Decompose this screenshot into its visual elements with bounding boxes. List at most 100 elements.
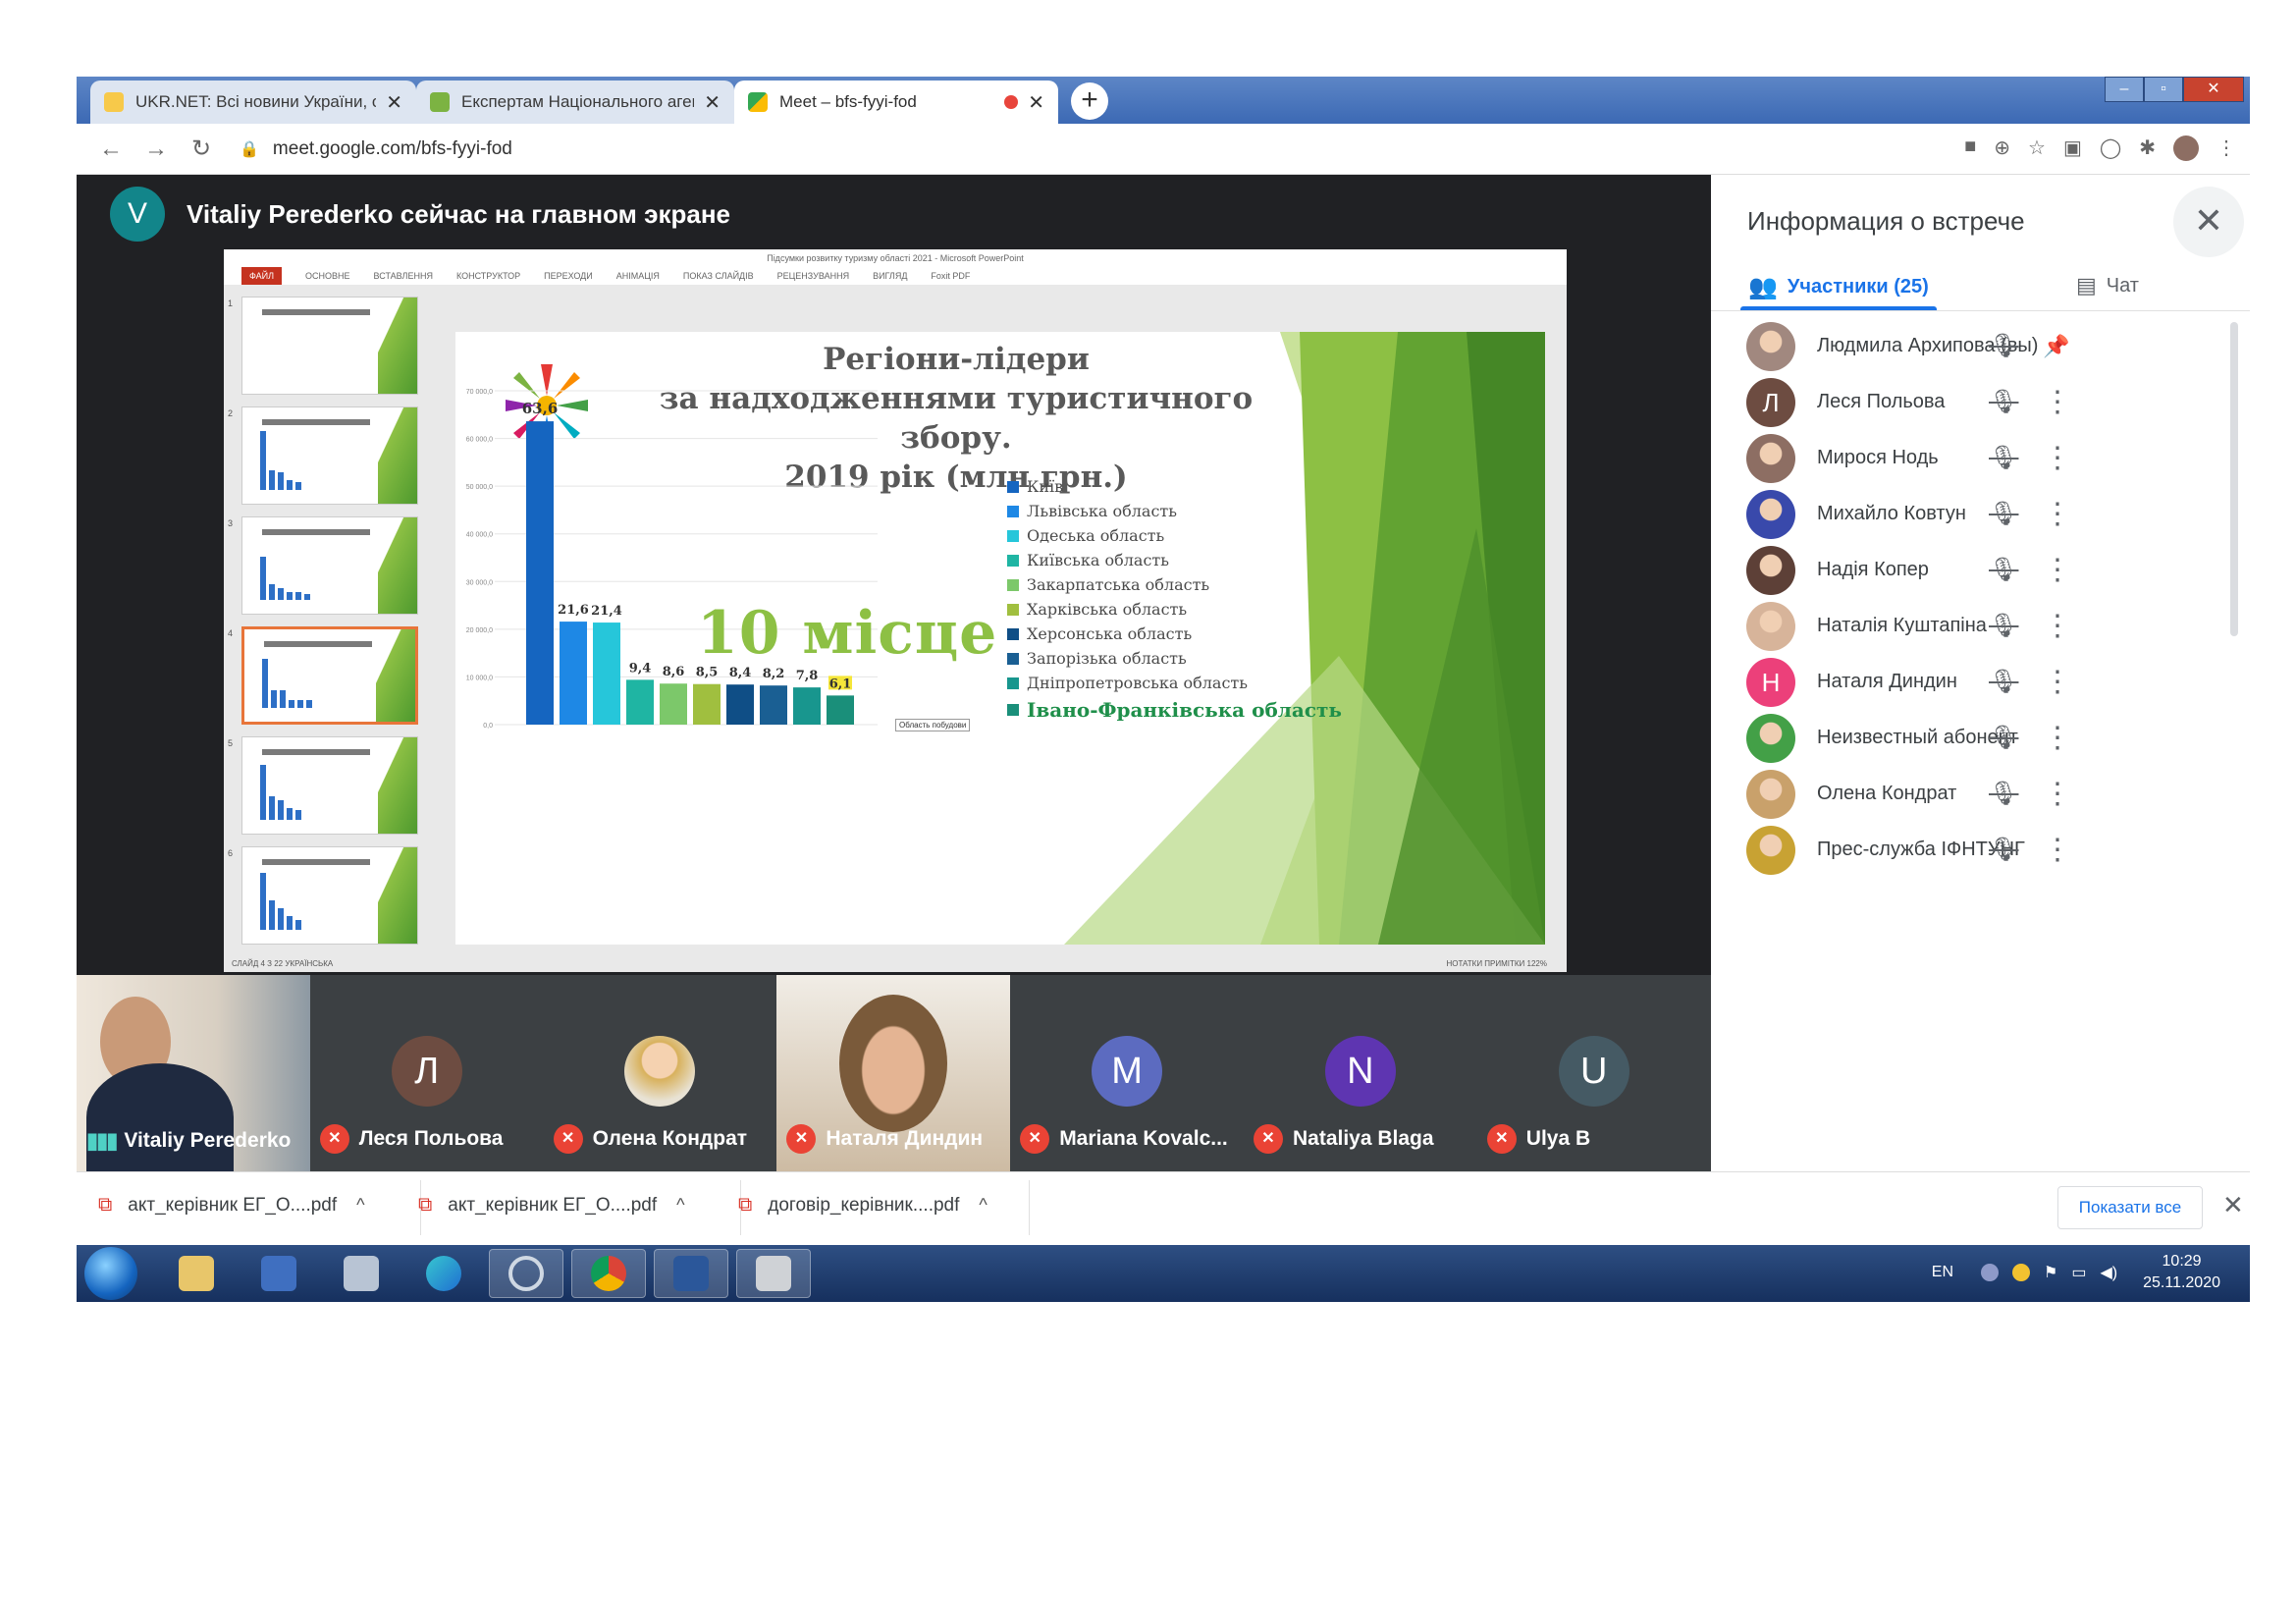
mic-off-icon: 🎙	[1989, 669, 2019, 695]
bar-2	[560, 622, 587, 725]
flag-icon[interactable]: ⚑	[2044, 1263, 2057, 1282]
downloads-close-icon[interactable]: ✕	[2222, 1190, 2244, 1220]
calculator-taskbar-icon[interactable]	[324, 1249, 399, 1298]
more-options-icon[interactable]: ⋮	[2043, 721, 2072, 755]
tray-update-icon[interactable]	[2012, 1264, 2030, 1281]
tile-name-text: Наталя Диндин	[826, 1127, 984, 1150]
pdf-icon: ⧉	[418, 1194, 433, 1216]
participant-row[interactable]: Н Наталя Диндин 🎙 ⋮	[1711, 654, 2250, 710]
more-options-icon[interactable]: ⋮	[2043, 777, 2072, 811]
ukrnet-favicon-icon	[104, 92, 124, 112]
clock[interactable]: 10:29 25.11.2020	[2143, 1251, 2220, 1294]
more-options-icon[interactable]: ⋮	[2043, 441, 2072, 475]
participant-tile[interactable]: ▮▮▮ Vitaliy Perederko	[77, 975, 310, 1171]
word-taskbar-icon[interactable]	[654, 1249, 728, 1298]
tab-close-icon[interactable]: ✕	[386, 90, 402, 115]
tile-avatar: U	[1558, 1036, 1629, 1107]
tile-name-text: Mariana Kovalc...	[1059, 1127, 1228, 1150]
explorer-taskbar-icon[interactable]	[159, 1249, 234, 1298]
floppy-taskbar-icon[interactable]	[241, 1249, 316, 1298]
more-options-icon[interactable]: ⋮	[2043, 553, 2072, 587]
legend-label: Закарпатська область	[1027, 575, 1210, 594]
legend-item: Харківська область	[1007, 600, 1187, 619]
tab-participants[interactable]: 👥 Участники (25)	[1748, 273, 1929, 301]
new-tab-button[interactable]: +	[1071, 82, 1108, 120]
chevron-up-icon[interactable]: ^	[676, 1195, 684, 1216]
legend-label: Харківська область	[1027, 600, 1188, 619]
ppt-ribbon-tab: ФАЙЛ	[241, 267, 283, 285]
panel-close-button[interactable]: ✕	[2173, 187, 2244, 257]
edge-taskbar-icon[interactable]	[406, 1249, 481, 1298]
participant-tile[interactable]: ✕ Наталя Диндин	[776, 975, 1011, 1171]
app-taskbar-icon[interactable]	[489, 1249, 563, 1298]
network-icon[interactable]: ▭	[2071, 1263, 2086, 1282]
bar-9	[793, 687, 821, 725]
url-field[interactable]: 🔒 meet.google.com/bfs-fyyi-fod	[240, 138, 512, 160]
download-item[interactable]: ⧉ договір_керівник....pdf ^	[738, 1194, 988, 1217]
mic-off-icon: 🎙	[1989, 613, 2019, 639]
maximize-icon[interactable]: ▫	[2144, 77, 2183, 102]
participant-row[interactable]: Л Леся Польова 🎙 ⋮	[1711, 374, 2250, 430]
chevron-up-icon[interactable]: ^	[979, 1195, 987, 1216]
lock-icon: 🔒	[240, 140, 259, 158]
more-options-icon[interactable]: ⋮	[2043, 833, 2072, 867]
menu-kebab-icon[interactable]: ⋮	[2216, 135, 2236, 161]
system-tray: EN ⚑ ▭ ◀) 10:29 25.11.2020	[1932, 1251, 2220, 1294]
more-options-icon[interactable]: ⋮	[2043, 497, 2072, 531]
window-close-icon[interactable]: ✕	[2183, 77, 2244, 102]
participant-tile[interactable]: Л ✕ Леся Польова	[309, 975, 544, 1171]
more-options-icon[interactable]: ⋮	[2043, 385, 2072, 419]
reload-icon[interactable]: ↻	[179, 135, 224, 163]
chevron-up-icon[interactable]: ^	[356, 1195, 364, 1216]
tab-close-icon[interactable]: ✕	[1028, 90, 1044, 115]
tab-title: UKR.NET: Всі новини України, о	[135, 92, 377, 111]
participant-tile[interactable]: U ✕ Ulya B	[1476, 975, 1711, 1171]
participant-tile[interactable]: M ✕ Mariana Kovalc...	[1010, 975, 1244, 1171]
participant-row[interactable]: Михайло Ковтун 🎙 ⋮	[1711, 486, 2250, 542]
show-all-downloads-button[interactable]: Показати все	[2057, 1186, 2203, 1229]
participant-row[interactable]: Мирося Нодь 🎙 ⋮	[1711, 430, 2250, 486]
tile-name: ✕ Наталя Диндин	[786, 1124, 983, 1154]
forward-icon[interactable]: →	[133, 135, 179, 163]
more-options-icon[interactable]: ⋮	[2043, 609, 2072, 643]
participant-row[interactable]: Прес-служба ІФНТУНГ 🎙 ⋮	[1711, 822, 2250, 878]
language-indicator[interactable]: EN	[1932, 1264, 1953, 1281]
more-options-icon[interactable]: ⋮	[2043, 665, 2072, 699]
legend-item: Київ	[1007, 477, 1063, 496]
minimize-icon[interactable]: –	[2105, 77, 2144, 102]
tray-app-icon[interactable]	[1981, 1264, 1999, 1281]
participant-row[interactable]: Людмила Архипова (вы) 🎙 📌	[1711, 318, 2250, 374]
legend-item: Київська область	[1007, 551, 1169, 569]
download-filename: договір_керівник....pdf	[768, 1194, 960, 1216]
participant-row[interactable]: Неизвестный абонент 🎙 ⋮	[1711, 710, 2250, 766]
tab-experts[interactable]: Експертам Національного агент ✕	[416, 81, 734, 124]
download-item[interactable]: ⧉ акт_керівник ЕГ_О....pdf ^	[98, 1194, 365, 1217]
tab-close-icon[interactable]: ✕	[704, 90, 721, 115]
participant-row[interactable]: Надія Копер 🎙 ⋮	[1711, 542, 2250, 598]
bookmark-star-icon[interactable]: ☆	[2028, 135, 2046, 161]
panel-scrollbar[interactable]	[2230, 322, 2238, 636]
pin-icon[interactable]: 📌	[2043, 334, 2069, 359]
download-item[interactable]: ⧉ акт_керівник ЕГ_О....pdf ^	[418, 1194, 685, 1217]
tab-chat[interactable]: ▤ Чат	[2076, 273, 2139, 298]
extension-icon[interactable]: ▣	[2063, 135, 2082, 161]
back-icon[interactable]: ←	[88, 135, 133, 163]
y-tick-label: 70 000,0	[466, 389, 493, 396]
participant-row[interactable]: Наталія Куштапіна 🎙 ⋮	[1711, 598, 2250, 654]
puzzle-icon[interactable]: ✱	[2139, 135, 2156, 161]
circle-extension-icon[interactable]: ◯	[2100, 135, 2121, 161]
printer-taskbar-icon[interactable]	[736, 1249, 811, 1298]
volume-icon[interactable]: ◀)	[2100, 1263, 2117, 1282]
tab-ukrnet[interactable]: UKR.NET: Всі новини України, о ✕	[90, 81, 416, 124]
participant-tile[interactable]: ✕ Олена Кондрат	[543, 975, 777, 1171]
participant-row[interactable]: Олена Кондрат 🎙 ⋮	[1711, 766, 2250, 822]
agency-favicon-icon	[430, 92, 450, 112]
chrome-taskbar-icon[interactable]	[571, 1249, 646, 1298]
tab-meet[interactable]: Meet – bfs-fyyi-fod ✕	[734, 81, 1058, 124]
legend-swatch	[1007, 652, 1019, 665]
participant-tile[interactable]: N ✕ Nataliya Blaga	[1243, 975, 1477, 1171]
zoom-icon[interactable]: ⊕	[1994, 135, 2010, 161]
camera-icon[interactable]: ■	[1964, 135, 1976, 161]
start-button[interactable]	[84, 1247, 137, 1300]
profile-avatar[interactable]	[2173, 135, 2199, 161]
